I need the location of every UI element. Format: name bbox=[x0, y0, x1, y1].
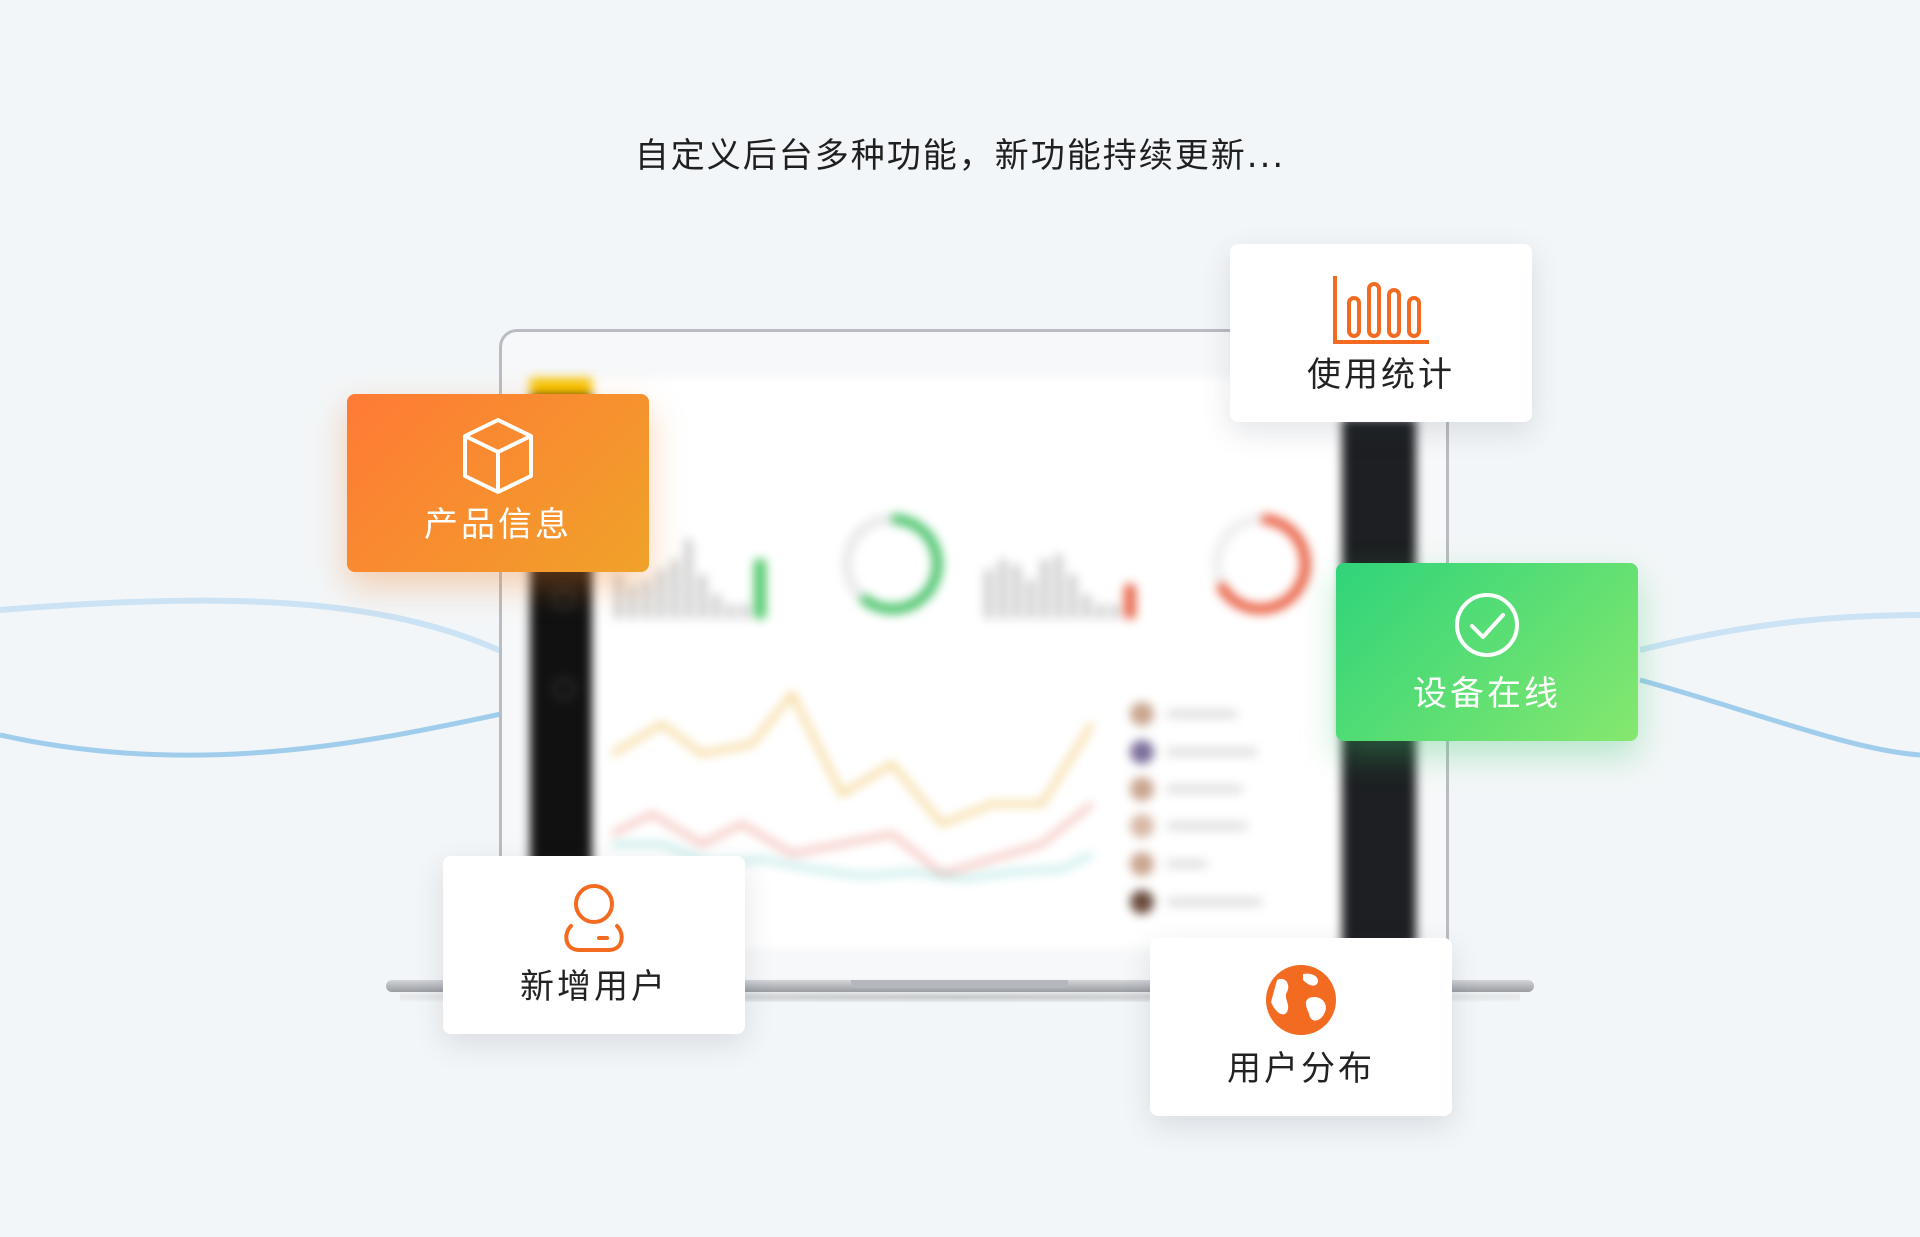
feature-card-user-distribution[interactable]: 用户分布 bbox=[1150, 938, 1452, 1116]
dashboard-user-list bbox=[1112, 644, 1343, 948]
dashboard-panel-red bbox=[962, 464, 1343, 645]
feature-card-product-info[interactable]: 产品信息 bbox=[347, 394, 649, 572]
page-headline: 自定义后台多种功能，新功能持续更新... bbox=[634, 136, 1286, 176]
laptop-base-notch bbox=[851, 980, 1068, 988]
feature-card-device-online[interactable]: 设备在线 bbox=[1336, 563, 1638, 741]
globe-icon bbox=[1150, 962, 1452, 1038]
cube-icon bbox=[347, 416, 649, 496]
feature-label: 设备在线 bbox=[1413, 674, 1561, 714]
feature-label: 产品信息 bbox=[424, 505, 572, 545]
feature-card-usage-stats[interactable]: 使用统计 bbox=[1230, 244, 1532, 422]
feature-card-new-users[interactable]: 新增用户 bbox=[443, 856, 745, 1034]
feature-label: 使用统计 bbox=[1307, 355, 1455, 395]
check-circle-icon bbox=[1336, 591, 1638, 659]
feature-label: 用户分布 bbox=[1227, 1049, 1375, 1089]
user-icon bbox=[443, 882, 745, 954]
bar-chart-icon bbox=[1230, 274, 1532, 346]
feature-label: 新增用户 bbox=[520, 967, 668, 1007]
